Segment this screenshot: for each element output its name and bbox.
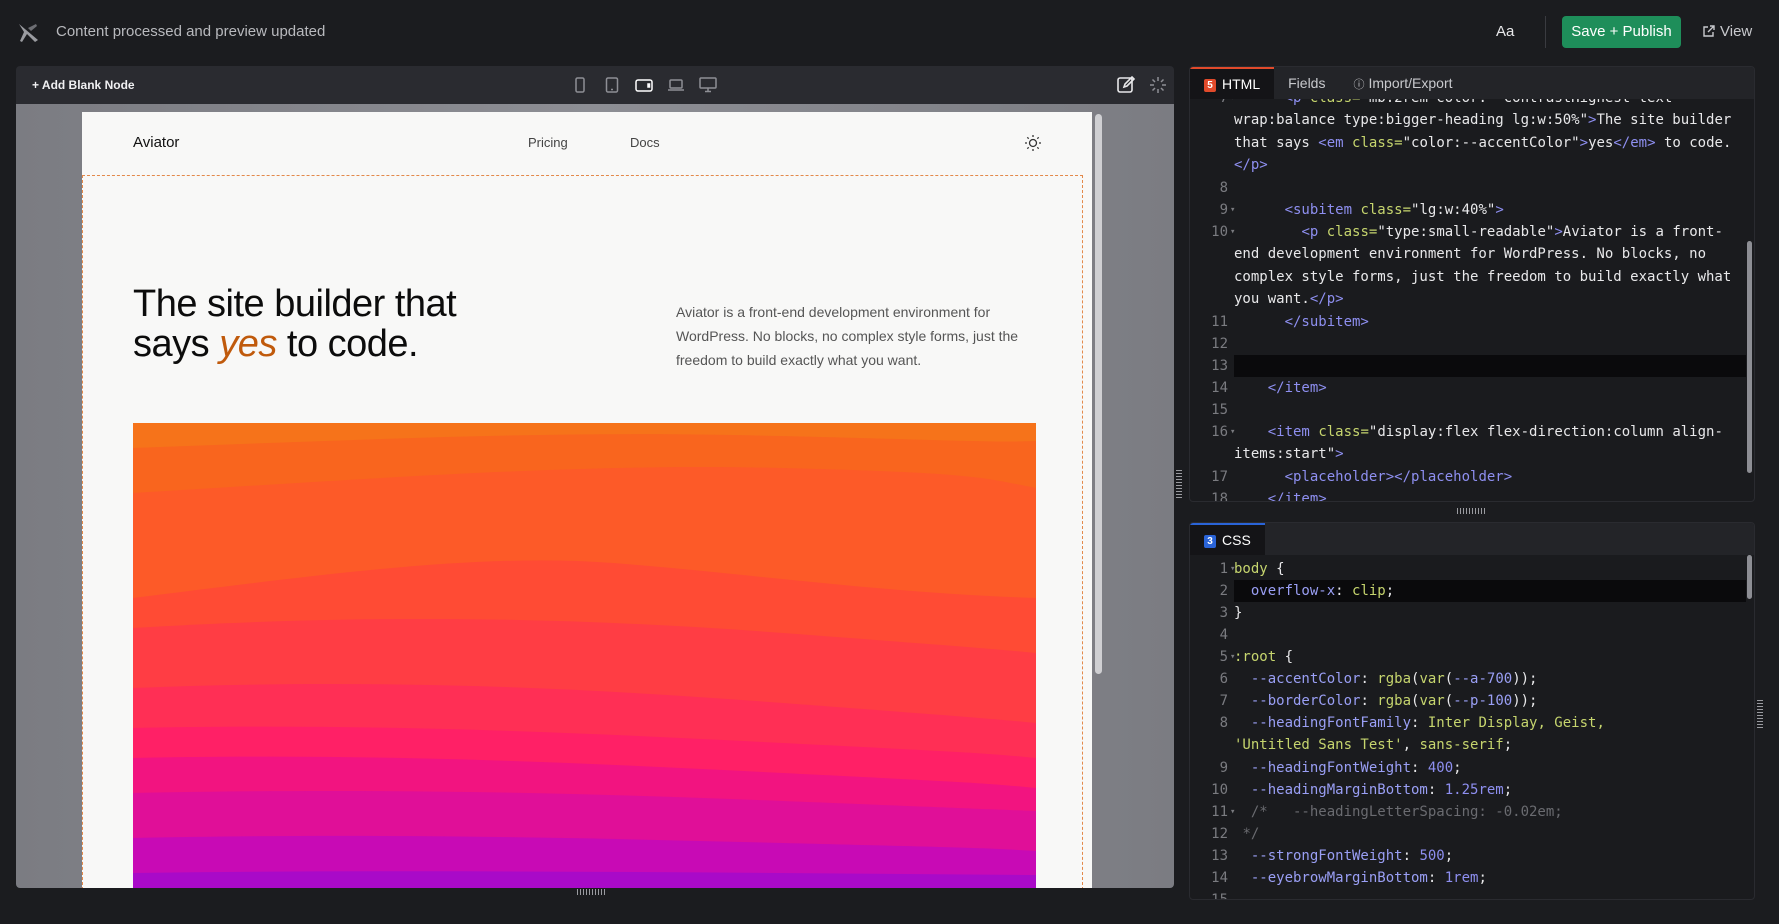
heading-pre: says [133,323,220,365]
tab-html-label: HTML [1222,76,1261,92]
hero-gradient-image [133,423,1036,888]
html-code-editor[interactable]: 7▾ <p class="mb:2rem color:--contrastHig… [1190,99,1754,501]
tab-import-export[interactable]: ⓘ Import/Export [1339,67,1466,99]
tablet-landscape-icon[interactable] [634,75,654,95]
sparkle-icon[interactable] [1148,75,1168,95]
view-label: View [1720,23,1753,40]
info-icon: ⓘ [1353,79,1365,91]
view-link[interactable]: View [1702,23,1752,40]
preview-scrollbar[interactable] [1095,114,1102,674]
tab-html[interactable]: 5 HTML [1190,67,1275,99]
css-editor-scrollbar[interactable] [1747,555,1752,599]
save-publish-button[interactable]: Save + Publish [1562,16,1681,48]
status-message: Content processed and preview updated [56,23,326,40]
css3-icon: 3 [1204,535,1216,548]
device-switcher [570,75,718,95]
aviator-logo-icon[interactable] [16,20,42,46]
hero-heading[interactable]: The site builder that says yes to code. [133,284,493,364]
add-blank-node-button[interactable]: + Add Blank Node [32,78,135,92]
html-panel-tabs: 5 HTML Fields ⓘ Import/Export [1190,67,1754,99]
css-editor-panel: 3 CSS 1 ▾ body { 2 overflow-x: clip; 3 } 4… [1189,522,1755,900]
page-preview[interactable]: Aviator Pricing Docs The site builder th… [82,112,1092,888]
css-resize-handle[interactable] [1757,700,1763,728]
theme-toggle-icon[interactable] [1024,134,1042,152]
preview-canvas[interactable]: Aviator Pricing Docs The site builder th… [16,104,1174,888]
heading-post: to code. [276,323,419,365]
edit-mode-icon[interactable] [1116,75,1136,95]
html-editor-scrollbar[interactable] [1747,241,1752,473]
tab-fields-label: Fields [1288,75,1326,91]
html-editor-panel: 5 HTML Fields ⓘImport/Export 7▾ <p class=… [1189,66,1755,502]
external-link-icon [1703,25,1715,37]
html5-icon: 5 [1204,79,1216,92]
tab-css[interactable]: 3 CSS [1190,523,1265,555]
hero-description[interactable]: Aviator is a front-end development envir… [676,300,1036,372]
desktop-icon[interactable] [698,75,718,95]
divider [1545,16,1546,48]
editor-split-handle[interactable] [1457,508,1487,514]
top-bar: Content processed and preview updated Aa… [0,0,1779,64]
canvas-resize-handle[interactable] [577,889,607,895]
nav-link-docs[interactable]: Docs [630,135,660,150]
tab-fields[interactable]: Fields [1274,67,1339,99]
tablet-icon[interactable] [602,75,622,95]
font-settings-button[interactable]: Aa [1496,23,1514,40]
canvas-toolbar: + Add Blank Node [16,66,1174,104]
laptop-icon[interactable] [666,75,686,95]
css-code-editor[interactable]: 1 ▾ body { 2 overflow-x: clip; 3 } 4 5 ▾ :… [1190,555,1754,899]
tab-css-label: CSS [1222,532,1251,548]
heading-accent: yes [219,323,277,365]
heading-line1: The site builder that [133,283,457,325]
panel-resize-handle[interactable] [1176,470,1182,498]
nav-link-pricing[interactable]: Pricing [528,135,568,150]
mobile-icon[interactable] [570,75,590,95]
css-panel-tabs: 3 CSS [1190,523,1754,555]
tab-import-export-label: Import/Export [1368,75,1453,91]
site-brand[interactable]: Aviator [133,134,179,151]
